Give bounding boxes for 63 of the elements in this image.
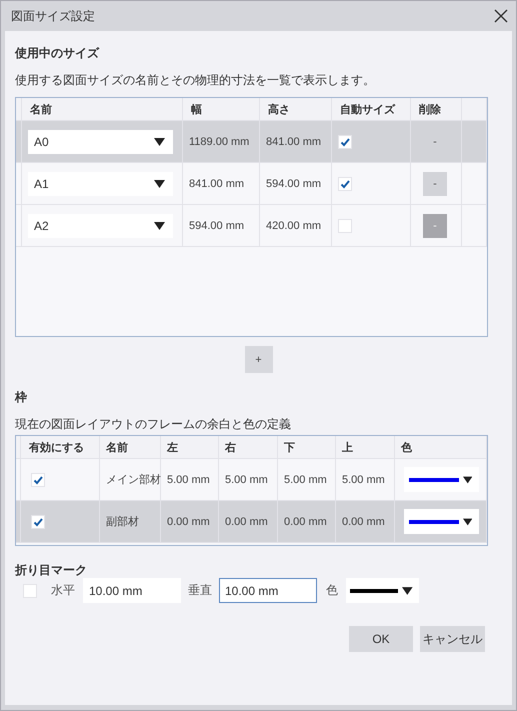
column-header: 色: [401, 440, 412, 454]
column-header: 削除: [419, 102, 441, 116]
horizontal-field[interactable]: 10.00 mm: [83, 578, 181, 603]
vertical-field[interactable]: 10.00 mm: [219, 578, 317, 603]
table-cell-text: 副部材: [106, 514, 139, 529]
field-label: 水平: [51, 582, 75, 599]
column-header: 右: [225, 440, 236, 454]
color-dropdown[interactable]: [404, 509, 479, 534]
table-cell: 0.00 mm: [342, 516, 385, 528]
close-icon[interactable]: [494, 9, 508, 23]
table-row[interactable]: A1 841.00 mm 594.00 mm -: [16, 163, 487, 205]
section-heading: 使用中のサイズ: [15, 45, 100, 61]
table-row[interactable]: A0 1189.00 mm 841.00 mm -: [16, 121, 487, 163]
field-label: 垂直: [188, 582, 212, 599]
caret-icon: [154, 138, 165, 146]
checkbox[interactable]: [31, 514, 45, 528]
column-header: 名前: [30, 102, 52, 116]
ok-button[interactable]: OK: [349, 626, 413, 652]
table-cell: 0.00 mm: [284, 516, 327, 528]
caret-icon: [154, 180, 165, 188]
table-cell: 5.00 mm: [225, 474, 268, 486]
table-cell-text: メイン部材: [106, 472, 161, 487]
column-header: 名前: [106, 440, 128, 454]
window-title: 図面サイズ設定: [11, 8, 95, 24]
table-cell: 0.00 mm: [225, 516, 268, 528]
cancel-button[interactable]: キャンセル: [420, 626, 485, 652]
table-cell: 594.00 mm: [189, 220, 244, 232]
color-dropdown[interactable]: [404, 467, 479, 492]
caret-icon: [402, 586, 413, 594]
column-header: 幅: [191, 102, 202, 116]
caret-icon: [462, 476, 472, 484]
color-dropdown[interactable]: [346, 578, 419, 603]
section-description: 使用する図面サイズの名前とその物理的寸法を一覧で表示します。: [15, 72, 376, 88]
checkbox[interactable]: [23, 584, 37, 598]
section-heading: 折り目マーク: [15, 562, 88, 577]
table-cell: 594.00 mm: [266, 178, 322, 190]
column-header: 高さ: [268, 102, 290, 116]
field-label: 色: [326, 582, 338, 599]
table-cell: 0.00 mm: [167, 516, 210, 528]
column-header: 有効にする: [29, 440, 84, 454]
column-header: 上: [342, 440, 353, 454]
name-dropdown[interactable]: A0: [28, 130, 173, 154]
delete-button[interactable]: -: [423, 172, 447, 196]
table-cell: 841.00 mm: [266, 136, 322, 148]
table-cell: 841.00 mm: [189, 178, 244, 190]
section-heading: 枠: [15, 389, 28, 405]
column-header: 下: [284, 440, 295, 454]
column-header: 自動サイズ: [340, 102, 395, 116]
section-description: 現在の図面レイアウトのフレームの余白と色の定義: [15, 416, 292, 432]
checkbox[interactable]: [338, 134, 352, 148]
table-cell: 5.00 mm: [284, 474, 327, 486]
column-header: 左: [167, 440, 178, 454]
add-button[interactable]: +: [244, 346, 272, 373]
checkbox[interactable]: [338, 176, 352, 190]
table-cell: 5.00 mm: [342, 474, 385, 486]
caret-icon: [154, 222, 165, 230]
table-cell: 5.00 mm: [167, 474, 210, 486]
caret-icon: [462, 518, 472, 526]
table-cell: 1189.00 mm: [189, 136, 250, 148]
table-row[interactable]: 副部材 0.00 mm 0.00 mm 0.00 mm 0.00 mm: [16, 501, 487, 543]
table-cell: 420.00 mm: [266, 220, 322, 232]
name-dropdown[interactable]: A1: [28, 172, 173, 196]
checkbox[interactable]: [31, 472, 45, 486]
